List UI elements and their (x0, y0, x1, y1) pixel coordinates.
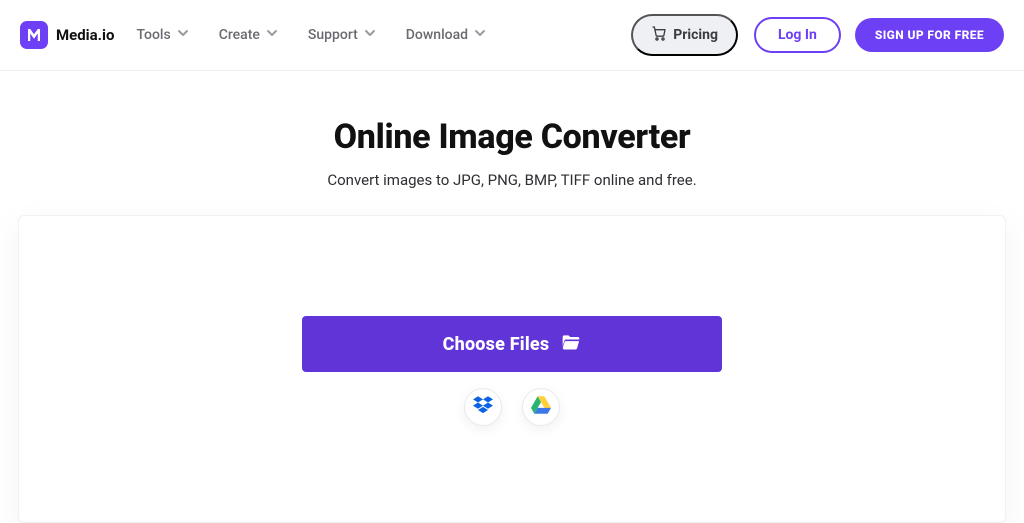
google-drive-icon (531, 396, 551, 418)
choose-files-button[interactable]: Choose Files (302, 316, 722, 372)
hero: Online Image Converter Convert images to… (0, 71, 1024, 215)
nav-item-label: Support (308, 27, 358, 43)
page-title: Online Image Converter (0, 117, 1024, 157)
nav-item-label: Create (219, 27, 260, 43)
nav-item-label: Tools (136, 27, 170, 43)
chevron-down-icon (364, 27, 376, 43)
app-header: Media.io Tools Create Support Download P… (0, 0, 1024, 71)
login-label: Log In (778, 27, 817, 43)
brand-name: Media.io (56, 26, 114, 44)
login-button[interactable]: Log In (754, 17, 841, 53)
brand-logo-wrap[interactable]: Media.io (20, 21, 114, 49)
dropbox-icon (473, 396, 493, 418)
chevron-down-icon (177, 27, 189, 43)
nav-item-create[interactable]: Create (219, 27, 278, 43)
cloud-sources (464, 388, 560, 426)
m-logo-icon (25, 26, 43, 44)
chevron-down-icon (474, 27, 486, 43)
nav-item-support[interactable]: Support (308, 27, 376, 43)
dropbox-button[interactable] (464, 388, 502, 426)
google-drive-button[interactable] (522, 388, 560, 426)
page-subtitle: Convert images to JPG, PNG, BMP, TIFF on… (0, 171, 1024, 189)
choose-files-label: Choose Files (443, 334, 550, 355)
cart-icon (651, 25, 667, 45)
pricing-label: Pricing (673, 27, 718, 43)
open-folder-icon (561, 333, 581, 356)
signup-label: SIGN UP FOR FREE (875, 28, 984, 42)
uploader-card: Choose Files (18, 215, 1006, 523)
main-nav: Tools Create Support Download (136, 27, 486, 43)
nav-item-download[interactable]: Download (406, 27, 486, 43)
logo-mark (20, 21, 48, 49)
nav-item-tools[interactable]: Tools (136, 27, 188, 43)
chevron-down-icon (266, 27, 278, 43)
signup-button[interactable]: SIGN UP FOR FREE (855, 18, 1004, 52)
nav-item-label: Download (406, 27, 468, 43)
pricing-button[interactable]: Pricing (631, 14, 738, 56)
